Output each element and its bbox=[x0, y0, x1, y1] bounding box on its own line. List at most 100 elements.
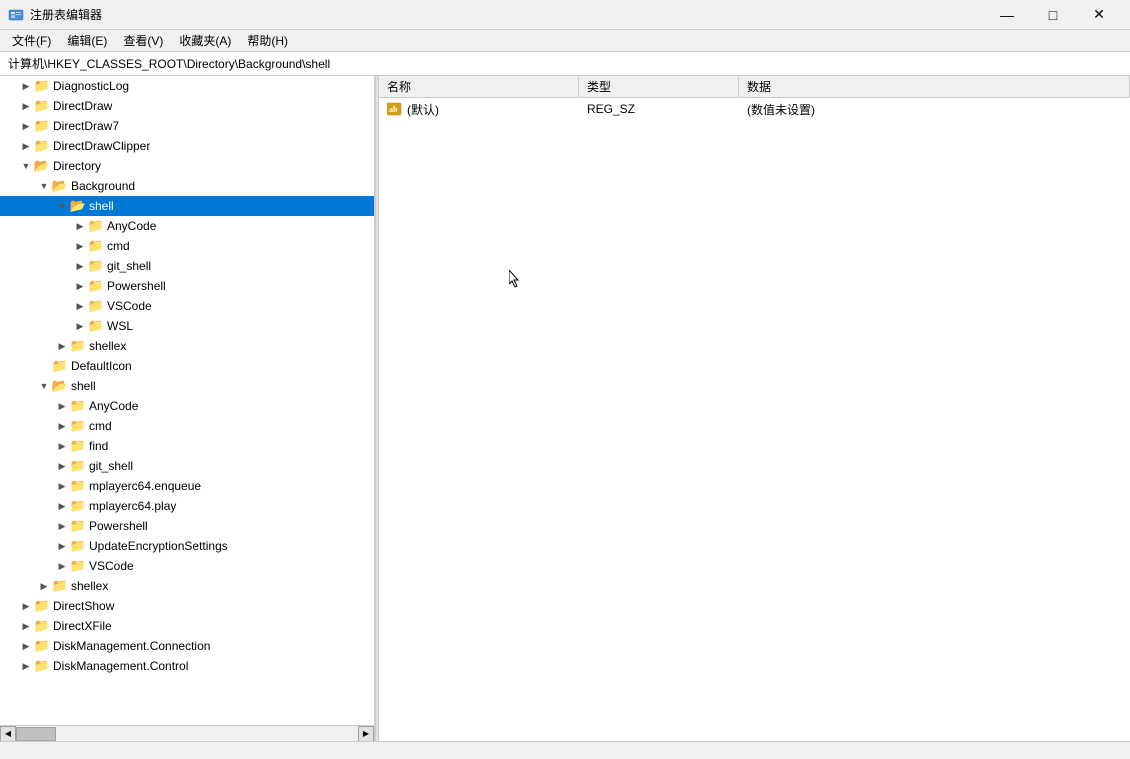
folder-icon-diskmancont: 📁 bbox=[34, 659, 50, 673]
tree-item-updateenc[interactable]: ▶ 📁 UpdateEncryptionSettings bbox=[0, 536, 374, 556]
toggle-cmd-bg[interactable]: ▶ bbox=[72, 238, 88, 254]
column-header-type[interactable]: 类型 bbox=[579, 76, 739, 97]
folder-icon-updateenc: 📁 bbox=[70, 539, 86, 553]
tree-item-cmd-bg[interactable]: ▶ 📁 cmd bbox=[0, 236, 374, 256]
toggle-wsl-bg[interactable]: ▶ bbox=[72, 318, 88, 334]
tree-item-find-dir[interactable]: ▶ 📁 find bbox=[0, 436, 374, 456]
tree-hscrollbar[interactable]: ◀ ▶ bbox=[0, 725, 374, 741]
menu-view[interactable]: 查看(V) bbox=[115, 30, 171, 51]
toggle-mplayerc64p[interactable]: ▶ bbox=[54, 498, 70, 514]
tree-item-gitshell-dir[interactable]: ▶ 📁 git_shell bbox=[0, 456, 374, 476]
column-header-name[interactable]: 名称 bbox=[379, 76, 579, 97]
menu-file[interactable]: 文件(F) bbox=[4, 30, 59, 51]
tree-label-directdraw: DirectDraw bbox=[53, 99, 112, 113]
tree-item-shell-dir[interactable]: ▼ 📂 shell bbox=[0, 376, 374, 396]
toggle-shell-bg[interactable]: ▼ bbox=[54, 198, 70, 214]
tree-item-background[interactable]: ▼ 📂 Background bbox=[0, 176, 374, 196]
tree-item-diagnosticlog[interactable]: ▶ 📁 DiagnosticLog bbox=[0, 76, 374, 96]
maximize-button[interactable]: □ bbox=[1030, 0, 1076, 30]
menu-edit[interactable]: 编辑(E) bbox=[59, 30, 115, 51]
tree-scroll[interactable]: ▶ 📁 DiagnosticLog ▶ 📁 DirectDraw ▶ 📁 Dir… bbox=[0, 76, 374, 725]
app-icon bbox=[8, 7, 24, 23]
toggle-anycode-dir[interactable]: ▶ bbox=[54, 398, 70, 414]
toggle-directdraw7[interactable]: ▶ bbox=[18, 118, 34, 134]
menu-help[interactable]: 帮助(H) bbox=[239, 30, 296, 51]
tree-label-shellex-bg: shellex bbox=[89, 339, 126, 353]
tree-item-gitshell-bg[interactable]: ▶ 📁 git_shell bbox=[0, 256, 374, 276]
tree-item-vscode-bg[interactable]: ▶ 📁 VSCode bbox=[0, 296, 374, 316]
folder-icon-shellex-bg: 📁 bbox=[70, 339, 86, 353]
toggle-gitshell-bg[interactable]: ▶ bbox=[72, 258, 88, 274]
tree-item-directdrawclipper[interactable]: ▶ 📁 DirectDrawClipper bbox=[0, 136, 374, 156]
tree-item-cmd-dir[interactable]: ▶ 📁 cmd bbox=[0, 416, 374, 436]
hscroll-thumb[interactable] bbox=[16, 727, 56, 741]
tree-item-powershell-dir[interactable]: ▶ 📁 Powershell bbox=[0, 516, 374, 536]
tree-item-directshow[interactable]: ▶ 📁 DirectShow bbox=[0, 596, 374, 616]
folder-icon-powershell-dir: 📁 bbox=[70, 519, 86, 533]
column-header-data[interactable]: 数据 bbox=[739, 76, 1130, 97]
toggle-vscode-dir[interactable]: ▶ bbox=[54, 558, 70, 574]
table-row[interactable]: ab (默认) REG_SZ (数值未设置) bbox=[379, 98, 1130, 120]
toggle-directory[interactable]: ▼ bbox=[18, 158, 34, 174]
tree-item-shellex-bg[interactable]: ▶ 📁 shellex bbox=[0, 336, 374, 356]
hscroll-right-button[interactable]: ▶ bbox=[358, 726, 374, 742]
table-body: ab (默认) REG_SZ (数值未设置) bbox=[379, 98, 1130, 741]
toggle-shellex-dir[interactable]: ▶ bbox=[36, 578, 52, 594]
statusbar bbox=[0, 741, 1130, 759]
toggle-shell-dir[interactable]: ▼ bbox=[36, 378, 52, 394]
toggle-powershell-bg[interactable]: ▶ bbox=[72, 278, 88, 294]
toggle-find-dir[interactable]: ▶ bbox=[54, 438, 70, 454]
tree-item-powershell-bg[interactable]: ▶ 📁 Powershell bbox=[0, 276, 374, 296]
tree-item-anycode-dir[interactable]: ▶ 📁 AnyCode bbox=[0, 396, 374, 416]
toggle-directdraw[interactable]: ▶ bbox=[18, 98, 34, 114]
toggle-shellex-bg[interactable]: ▶ bbox=[54, 338, 70, 354]
tree-item-defaulticon[interactable]: ▶ 📁 DefaultIcon bbox=[0, 356, 374, 376]
tree-item-directxfile[interactable]: ▶ 📁 DirectXFile bbox=[0, 616, 374, 636]
tree-item-shellex-dir[interactable]: ▶ 📁 shellex bbox=[0, 576, 374, 596]
tree-label-directdraw7: DirectDraw7 bbox=[53, 119, 119, 133]
toggle-cmd-dir[interactable]: ▶ bbox=[54, 418, 70, 434]
hscroll-track[interactable] bbox=[16, 726, 358, 742]
close-button[interactable]: ✕ bbox=[1076, 0, 1122, 30]
tree-item-mplayerc64p[interactable]: ▶ 📁 mplayerc64.play bbox=[0, 496, 374, 516]
toggle-directdrawclipper[interactable]: ▶ bbox=[18, 138, 34, 154]
tree-item-anycode-bg[interactable]: ▶ 📁 AnyCode bbox=[0, 216, 374, 236]
toggle-vscode-bg[interactable]: ▶ bbox=[72, 298, 88, 314]
toggle-directshow[interactable]: ▶ bbox=[18, 598, 34, 614]
toggle-background[interactable]: ▼ bbox=[36, 178, 52, 194]
tree-item-mplayerc64e[interactable]: ▶ 📁 mplayerc64.enqueue bbox=[0, 476, 374, 496]
tree-label-powershell-bg: Powershell bbox=[107, 279, 166, 293]
toggle-diskmancont[interactable]: ▶ bbox=[18, 658, 34, 674]
toggle-diskmanconn[interactable]: ▶ bbox=[18, 638, 34, 654]
hscroll-left-button[interactable]: ◀ bbox=[0, 726, 16, 742]
menu-favorites[interactable]: 收藏夹(A) bbox=[171, 30, 239, 51]
tree-item-directdraw7[interactable]: ▶ 📁 DirectDraw7 bbox=[0, 116, 374, 136]
toggle-mplayerc64e[interactable]: ▶ bbox=[54, 478, 70, 494]
folder-icon-diagnosticlog: 📁 bbox=[34, 79, 50, 93]
toggle-gitshell-dir[interactable]: ▶ bbox=[54, 458, 70, 474]
window-title: 注册表编辑器 bbox=[30, 6, 102, 23]
folder-icon-find-dir: 📁 bbox=[70, 439, 86, 453]
table-header: 名称 类型 数据 bbox=[379, 76, 1130, 98]
tree-item-directdraw[interactable]: ▶ 📁 DirectDraw bbox=[0, 96, 374, 116]
folder-icon-defaulticon: 📁 bbox=[52, 359, 68, 373]
folder-icon-directshow: 📁 bbox=[34, 599, 50, 613]
toggle-anycode-bg[interactable]: ▶ bbox=[72, 218, 88, 234]
toggle-diagnosticlog[interactable]: ▶ bbox=[18, 78, 34, 94]
mouse-cursor bbox=[509, 270, 521, 288]
tree-item-diskmanconn[interactable]: ▶ 📁 DiskManagement.Connection bbox=[0, 636, 374, 656]
tree-label-gitshell-bg: git_shell bbox=[107, 259, 151, 273]
tree-item-diskmancont[interactable]: ▶ 📁 DiskManagement.Control bbox=[0, 656, 374, 676]
cell-name: ab (默认) bbox=[379, 99, 579, 120]
folder-icon-mplayerc64e: 📁 bbox=[70, 479, 86, 493]
tree-item-shell-bg[interactable]: ▼ 📂 shell bbox=[0, 196, 374, 216]
tree-item-wsl-bg[interactable]: ▶ 📁 WSL bbox=[0, 316, 374, 336]
minimize-button[interactable]: — bbox=[984, 0, 1030, 30]
folder-icon-anycode-bg: 📁 bbox=[88, 219, 104, 233]
tree-item-vscode-dir[interactable]: ▶ 📁 VSCode bbox=[0, 556, 374, 576]
toggle-directxfile[interactable]: ▶ bbox=[18, 618, 34, 634]
toggle-powershell-dir[interactable]: ▶ bbox=[54, 518, 70, 534]
folder-icon-vscode-dir: 📁 bbox=[70, 559, 86, 573]
tree-item-directory[interactable]: ▼ 📂 Directory bbox=[0, 156, 374, 176]
toggle-updateenc[interactable]: ▶ bbox=[54, 538, 70, 554]
